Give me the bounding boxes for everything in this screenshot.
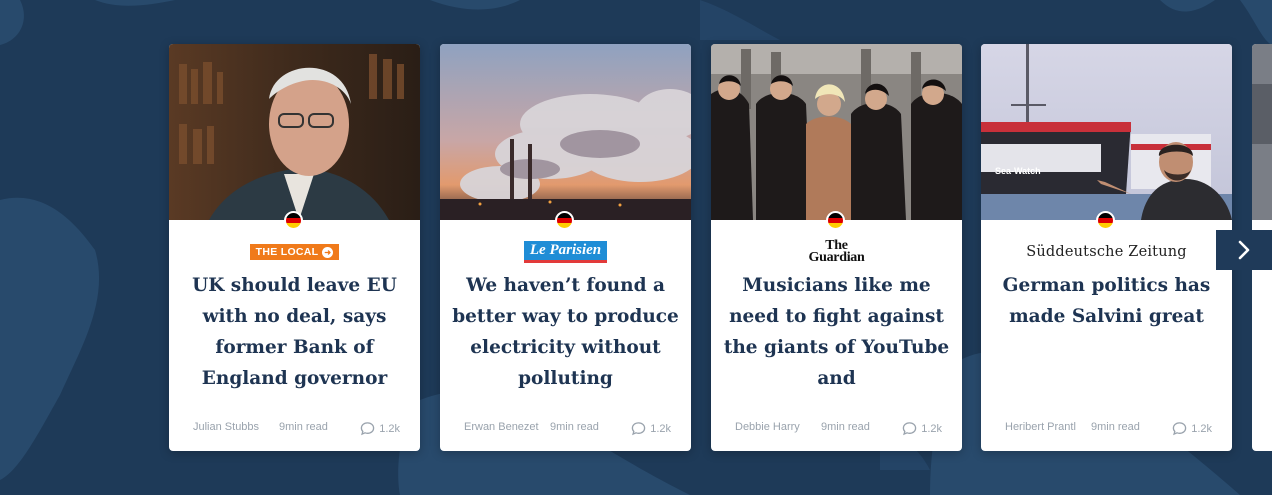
read-time: 9min read	[279, 421, 328, 433]
article-photo	[1252, 44, 1272, 220]
article-photo	[169, 44, 420, 220]
source-logo: THE LOCAL ➜	[169, 239, 420, 265]
article-meta: Heribert Prantl 9min read 1.2k	[1005, 421, 1212, 436]
the-local-logo: THE LOCAL ➜	[249, 244, 340, 260]
author-name: Debbie Harry	[735, 421, 800, 433]
germany-flag-icon	[555, 211, 574, 230]
le-parisien-logo: Le Parisien	[523, 241, 608, 263]
read-time: 9min read	[821, 421, 870, 433]
article-headline[interactable]: Musicians like me need to fight against …	[723, 270, 950, 394]
author-name: Heribert Prantl	[1005, 421, 1076, 433]
comments-count-text: 1.2k	[921, 422, 942, 435]
author-name: Julian Stubbs	[193, 421, 260, 433]
article-headline[interactable]: German politics has made Salvini great	[993, 270, 1220, 394]
article-meta: Debbie Harry 9min read 1.2k	[735, 421, 942, 436]
germany-flag-icon	[284, 211, 303, 230]
article-photo: Sea-Watch	[981, 44, 1232, 220]
comment-bubble-icon	[631, 422, 646, 436]
comments-count-text: 1.2k	[1191, 422, 1212, 435]
author-name: Erwan Benezet	[464, 421, 539, 433]
carousel-next-button[interactable]	[1216, 230, 1272, 270]
source-logo: Le Parisien	[440, 239, 691, 265]
article-card[interactable]: THE LOCAL ➜ UK should leave EU with no d…	[169, 44, 420, 451]
source-logo-text: THE LOCAL	[255, 246, 319, 258]
read-time: 9min read	[550, 421, 599, 433]
comment-bubble-icon	[360, 422, 375, 436]
comments-count-text: 1.2k	[379, 422, 400, 435]
comments-count[interactable]: 1.2k	[360, 421, 400, 436]
article-meta: Julian Stubbs 9min read 1.2k	[193, 421, 400, 436]
comment-bubble-icon	[1172, 422, 1187, 436]
comments-count[interactable]: 1.2k	[902, 421, 942, 436]
comment-bubble-icon	[902, 422, 917, 436]
comments-count-text: 1.2k	[650, 422, 671, 435]
ship-label: Sea-Watch	[995, 166, 1041, 176]
germany-flag-icon	[826, 211, 845, 230]
source-logo: Süddeutsche Zeitung	[981, 239, 1232, 265]
comments-count[interactable]: 1.2k	[1172, 421, 1212, 436]
article-card[interactable]: The Guardian Musicians like me need to f…	[711, 44, 962, 451]
arrow-icon: ➜	[322, 246, 334, 258]
article-card[interactable]: Le Parisien We haven’t found a better wa…	[440, 44, 691, 451]
source-logo: The Guardian	[711, 239, 962, 265]
sueddeutsche-zeitung-logo: Süddeutsche Zeitung	[1026, 244, 1187, 260]
article-card[interactable]: Sea-Watch Süddeutsche Zeitung German pol…	[981, 44, 1232, 451]
article-headline[interactable]: UK should leave EU with no deal, says fo…	[181, 270, 408, 394]
read-time: 9min read	[1091, 421, 1140, 433]
article-photo	[440, 44, 691, 220]
chevron-right-icon	[1238, 240, 1250, 260]
article-headline[interactable]: We haven’t found a better way to produce…	[452, 270, 679, 394]
article-meta: Erwan Benezet 9min read 1.2k	[464, 421, 671, 436]
germany-flag-icon	[1096, 211, 1115, 230]
comments-count[interactable]: 1.2k	[631, 421, 671, 436]
logo-line: Guardian	[808, 250, 865, 265]
the-guardian-logo: The Guardian	[808, 239, 865, 265]
article-photo	[711, 44, 962, 220]
